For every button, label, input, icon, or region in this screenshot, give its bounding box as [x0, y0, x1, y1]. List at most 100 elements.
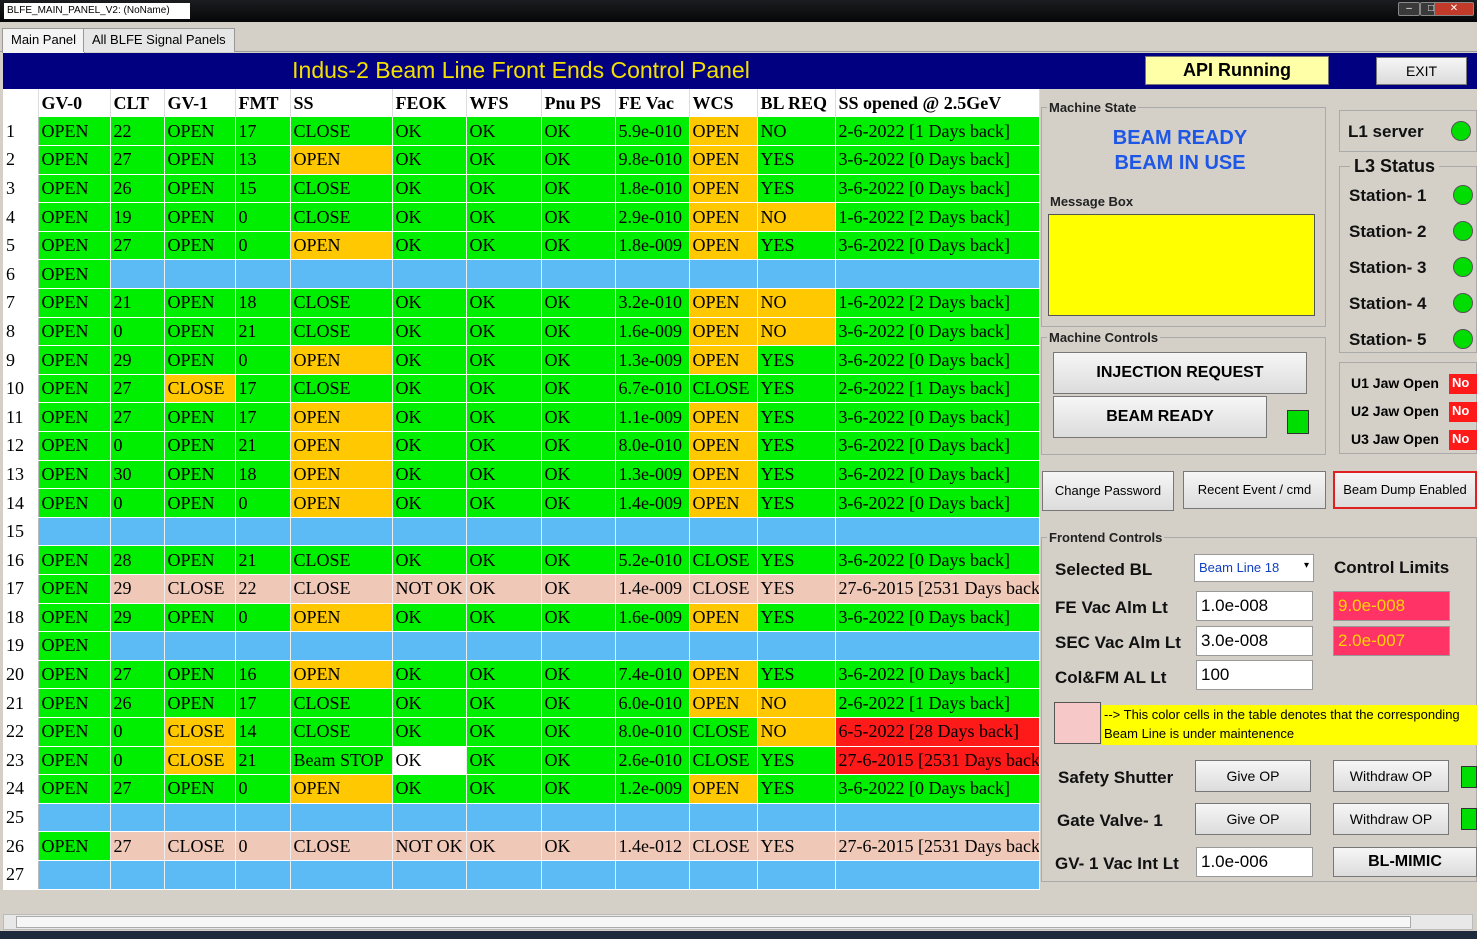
- table-cell[interactable]: 2-6-2022 [1 Days back]: [835, 374, 1040, 404]
- table-cell[interactable]: OPEN: [38, 431, 111, 461]
- table-cell[interactable]: OK: [466, 402, 542, 433]
- exit-button[interactable]: EXIT: [1376, 57, 1467, 85]
- table-cell[interactable]: OPEN: [689, 231, 758, 261]
- table-cell[interactable]: 27-6-2015 [2531 Days back]: [835, 831, 1040, 861]
- table-cell[interactable]: OK: [541, 374, 616, 404]
- table-cell[interactable]: OK: [392, 545, 467, 575]
- table-cell[interactable]: OPEN: [164, 402, 236, 433]
- table-cell[interactable]: 16: [235, 660, 291, 690]
- table-cell[interactable]: OPEN: [164, 145, 236, 175]
- table-cell[interactable]: OK: [466, 603, 542, 633]
- table-cell[interactable]: 1-6-2022 [2 Days back]: [835, 202, 1040, 232]
- table-cell[interactable]: OPEN: [38, 317, 111, 347]
- table-cell[interactable]: OPEN: [38, 174, 111, 204]
- table-cell[interactable]: OPEN: [38, 631, 111, 661]
- table-cell[interactable]: OK: [466, 431, 542, 461]
- table-cell[interactable]: OK: [541, 288, 616, 318]
- table-cell[interactable]: OK: [466, 231, 542, 261]
- table-cell[interactable]: 29: [110, 345, 165, 375]
- table-cell[interactable]: OPEN: [689, 774, 758, 804]
- table-cell[interactable]: 1.4e-012: [615, 831, 690, 861]
- table-cell[interactable]: Beam STOP: [290, 746, 393, 776]
- table-cell[interactable]: YES: [757, 603, 836, 633]
- table-cell[interactable]: OPEN: [689, 145, 758, 175]
- table-cell[interactable]: OK: [541, 660, 616, 690]
- table-cell[interactable]: [290, 631, 393, 661]
- table-cell[interactable]: CLOSE: [290, 202, 393, 232]
- table-cell[interactable]: [235, 631, 291, 661]
- table-cell[interactable]: [466, 631, 542, 661]
- table-cell[interactable]: 3-6-2022 [0 Days back]: [835, 145, 1040, 175]
- table-cell[interactable]: OPEN: [290, 460, 393, 490]
- table-cell[interactable]: 1.1e-009: [615, 402, 690, 433]
- table-cell[interactable]: OPEN: [38, 231, 111, 261]
- table-cell[interactable]: OK: [466, 717, 542, 747]
- table-cell[interactable]: OK: [541, 174, 616, 204]
- table-cell[interactable]: OPEN: [290, 345, 393, 375]
- table-cell[interactable]: OK: [392, 117, 467, 147]
- table-cell[interactable]: 0: [235, 231, 291, 261]
- table-cell[interactable]: OPEN: [689, 345, 758, 375]
- table-cell[interactable]: CLOSE: [164, 374, 236, 404]
- table-cell[interactable]: OK: [541, 231, 616, 261]
- table-cell[interactable]: NOT OK: [392, 831, 467, 861]
- table-cell[interactable]: OPEN: [164, 317, 236, 347]
- table-cell[interactable]: OK: [392, 660, 467, 690]
- table-cell[interactable]: CLOSE: [164, 746, 236, 776]
- table-cell[interactable]: [38, 517, 111, 547]
- table-cell[interactable]: [615, 517, 690, 547]
- table-cell[interactable]: [466, 860, 542, 890]
- table-cell[interactable]: [835, 631, 1040, 661]
- table-cell[interactable]: 5.2e-010: [615, 545, 690, 575]
- table-cell[interactable]: [235, 803, 291, 833]
- table-cell[interactable]: 29: [110, 574, 165, 604]
- table-cell[interactable]: 27: [110, 660, 165, 690]
- table-cell[interactable]: 1.6e-009: [615, 317, 690, 347]
- table-cell[interactable]: [164, 631, 236, 661]
- table-cell[interactable]: [541, 517, 616, 547]
- table-cell[interactable]: OK: [541, 402, 616, 433]
- recent-event-button[interactable]: Recent Event / cmd: [1183, 471, 1326, 509]
- table-cell[interactable]: [541, 259, 616, 290]
- table-cell[interactable]: 8.0e-010: [615, 431, 690, 461]
- table-cell[interactable]: NO: [757, 202, 836, 232]
- beam-dump-enabled-button[interactable]: Beam Dump Enabled: [1333, 471, 1477, 509]
- table-cell[interactable]: [164, 517, 236, 547]
- table-cell[interactable]: OK: [392, 145, 467, 175]
- table-cell[interactable]: OPEN: [290, 402, 393, 433]
- table-cell[interactable]: 1.8e-009: [615, 231, 690, 261]
- table-cell[interactable]: 3-6-2022 [0 Days back]: [835, 488, 1040, 518]
- table-cell[interactable]: CLOSE: [689, 831, 758, 861]
- table-cell[interactable]: [541, 803, 616, 833]
- table-cell[interactable]: CLOSE: [290, 317, 393, 347]
- table-cell[interactable]: YES: [757, 545, 836, 575]
- table-cell[interactable]: OK: [466, 117, 542, 147]
- table-cell[interactable]: CLOSE: [689, 545, 758, 575]
- table-cell[interactable]: OPEN: [689, 117, 758, 147]
- table-cell[interactable]: 21: [235, 317, 291, 347]
- tab-main-panel[interactable]: Main Panel: [2, 28, 86, 53]
- table-cell[interactable]: OK: [392, 345, 467, 375]
- table-cell[interactable]: YES: [757, 660, 836, 690]
- table-cell[interactable]: OK: [392, 746, 467, 776]
- table-cell[interactable]: 2-6-2022 [1 Days back]: [835, 688, 1040, 718]
- table-cell[interactable]: OK: [392, 603, 467, 633]
- table-cell[interactable]: 2-6-2022 [1 Days back]: [835, 117, 1040, 147]
- table-cell[interactable]: 0: [235, 202, 291, 232]
- table-cell[interactable]: 27: [110, 231, 165, 261]
- bl-mimic-button[interactable]: BL-MIMIC: [1333, 847, 1477, 877]
- table-cell[interactable]: OK: [466, 374, 542, 404]
- table-cell[interactable]: 13: [235, 145, 291, 175]
- table-cell[interactable]: 17: [235, 688, 291, 718]
- table-cell[interactable]: OPEN: [38, 774, 111, 804]
- table-cell[interactable]: OK: [541, 202, 616, 232]
- table-cell[interactable]: [689, 860, 758, 890]
- table-cell[interactable]: 6.7e-010: [615, 374, 690, 404]
- table-cell[interactable]: [290, 517, 393, 547]
- table-cell[interactable]: 3-6-2022 [0 Days back]: [835, 231, 1040, 261]
- table-cell[interactable]: [466, 259, 542, 290]
- table-cell[interactable]: NO: [757, 688, 836, 718]
- table-cell[interactable]: [110, 517, 165, 547]
- table-cell[interactable]: OPEN: [38, 374, 111, 404]
- table-cell[interactable]: CLOSE: [689, 574, 758, 604]
